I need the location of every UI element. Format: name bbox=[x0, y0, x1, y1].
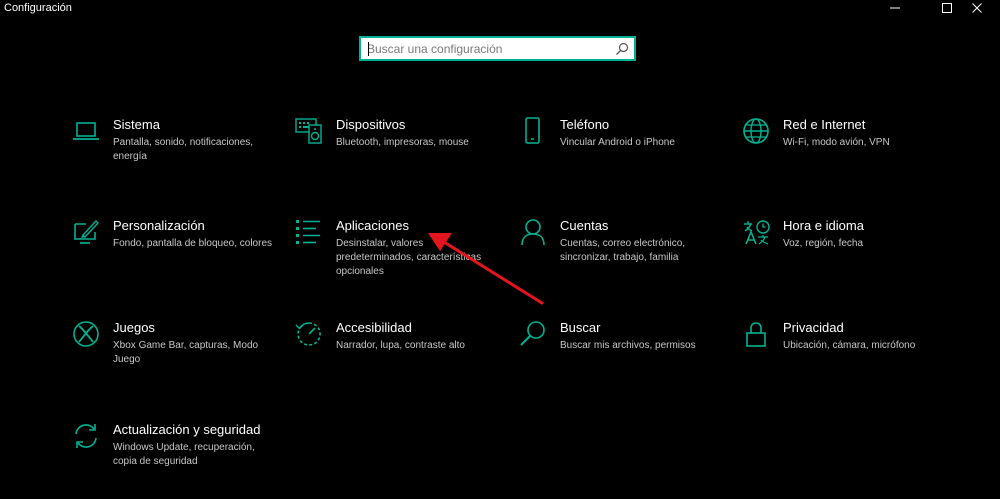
search-input[interactable] bbox=[367, 40, 607, 58]
tile-description: Fondo, pantalla de bloqueo, colores bbox=[113, 238, 273, 249]
tile-title: Actualización y seguridad bbox=[113, 422, 261, 437]
tile-title: Cuentas bbox=[560, 218, 609, 233]
tile-description: Windows Update, recuperación, copia de s… bbox=[113, 442, 255, 467]
paint-icon bbox=[72, 218, 100, 246]
tile-title: Hora e idioma bbox=[783, 218, 864, 233]
maximize-icon bbox=[942, 3, 952, 13]
tile-cuentas[interactable]: Cuentas Cuentas, correo electrónico, sin… bbox=[519, 218, 724, 288]
minimize-icon bbox=[890, 7, 900, 9]
search-icon bbox=[519, 320, 547, 348]
globe-icon bbox=[742, 117, 770, 145]
tile-title: Sistema bbox=[113, 117, 160, 132]
search-box[interactable] bbox=[359, 36, 636, 61]
tile-personalizacion[interactable]: Personalización Fondo, pantalla de bloqu… bbox=[72, 218, 277, 288]
tile-aplicaciones[interactable]: Aplicaciones Desinstalar, valores predet… bbox=[295, 218, 500, 288]
tile-description: Ubicación, cámara, micrófono bbox=[783, 340, 916, 351]
tile-description: Buscar mis archivos, permisos bbox=[560, 340, 696, 351]
close-button[interactable] bbox=[954, 0, 1000, 16]
tile-title: Privacidad bbox=[783, 320, 844, 335]
tile-description: Wi-Fi, modo avión, VPN bbox=[783, 137, 890, 148]
tile-description: Narrador, lupa, contraste alto bbox=[336, 340, 465, 351]
tile-actualizacion-seguridad[interactable]: Actualización y seguridad Windows Update… bbox=[72, 422, 277, 492]
tile-accesibilidad[interactable]: Accesibilidad Narrador, lupa, contraste … bbox=[295, 320, 500, 390]
tile-juegos[interactable]: Juegos Xbox Game Bar, capturas, Modo Jue… bbox=[72, 320, 277, 390]
lock-icon bbox=[742, 320, 770, 348]
tile-telefono[interactable]: Teléfono Vincular Android o iPhone bbox=[519, 117, 724, 187]
tile-description: Pantalla, sonido, notificaciones, energí… bbox=[113, 137, 254, 162]
window-title: Configuración bbox=[4, 2, 72, 14]
tile-description: Desinstalar, valores predeterminados, ca… bbox=[336, 238, 482, 277]
tile-privacidad[interactable]: Privacidad Ubicación, cámara, micrófono bbox=[742, 320, 947, 390]
tile-title: Buscar bbox=[560, 320, 601, 335]
xbox-icon bbox=[72, 320, 100, 348]
tile-title: Aplicaciones bbox=[336, 218, 409, 233]
search-icon[interactable] bbox=[615, 42, 629, 56]
tile-description: Voz, región, fecha bbox=[783, 238, 864, 249]
text-caret bbox=[368, 42, 369, 56]
tile-title: Dispositivos bbox=[336, 117, 406, 132]
devices-icon bbox=[295, 117, 323, 145]
tile-red-internet[interactable]: Red e Internet Wi-Fi, modo avión, VPN bbox=[742, 117, 947, 187]
accessibility-icon bbox=[295, 320, 323, 348]
tile-title: Teléfono bbox=[560, 117, 610, 132]
tile-title: Juegos bbox=[113, 320, 155, 335]
phone-icon bbox=[519, 117, 547, 145]
tile-description: Vincular Android o iPhone bbox=[560, 137, 675, 148]
tile-description: Xbox Game Bar, capturas, Modo Juego bbox=[113, 340, 259, 365]
time-language-icon bbox=[742, 218, 770, 246]
tile-title: Accesibilidad bbox=[336, 320, 412, 335]
person-icon bbox=[519, 218, 547, 246]
tile-sistema[interactable]: Sistema Pantalla, sonido, notificaciones… bbox=[72, 117, 277, 187]
tile-title: Red e Internet bbox=[783, 117, 866, 132]
tile-description: Cuentas, correo electrónico, sincronizar… bbox=[560, 238, 686, 263]
tile-description: Bluetooth, impresoras, mouse bbox=[336, 137, 469, 148]
laptop-icon bbox=[72, 117, 100, 145]
tile-title: Personalización bbox=[113, 218, 205, 233]
apps-list-icon bbox=[295, 218, 323, 246]
tile-buscar[interactable]: Buscar Buscar mis archivos, permisos bbox=[519, 320, 724, 390]
title-bar: Configuración bbox=[0, 0, 1000, 16]
tile-dispositivos[interactable]: Dispositivos Bluetooth, impresoras, mous… bbox=[295, 117, 500, 187]
close-icon bbox=[972, 3, 982, 13]
minimize-button[interactable] bbox=[872, 0, 918, 16]
tile-hora-idioma[interactable]: Hora e idioma Voz, región, fecha bbox=[742, 218, 947, 288]
update-icon bbox=[72, 422, 100, 450]
